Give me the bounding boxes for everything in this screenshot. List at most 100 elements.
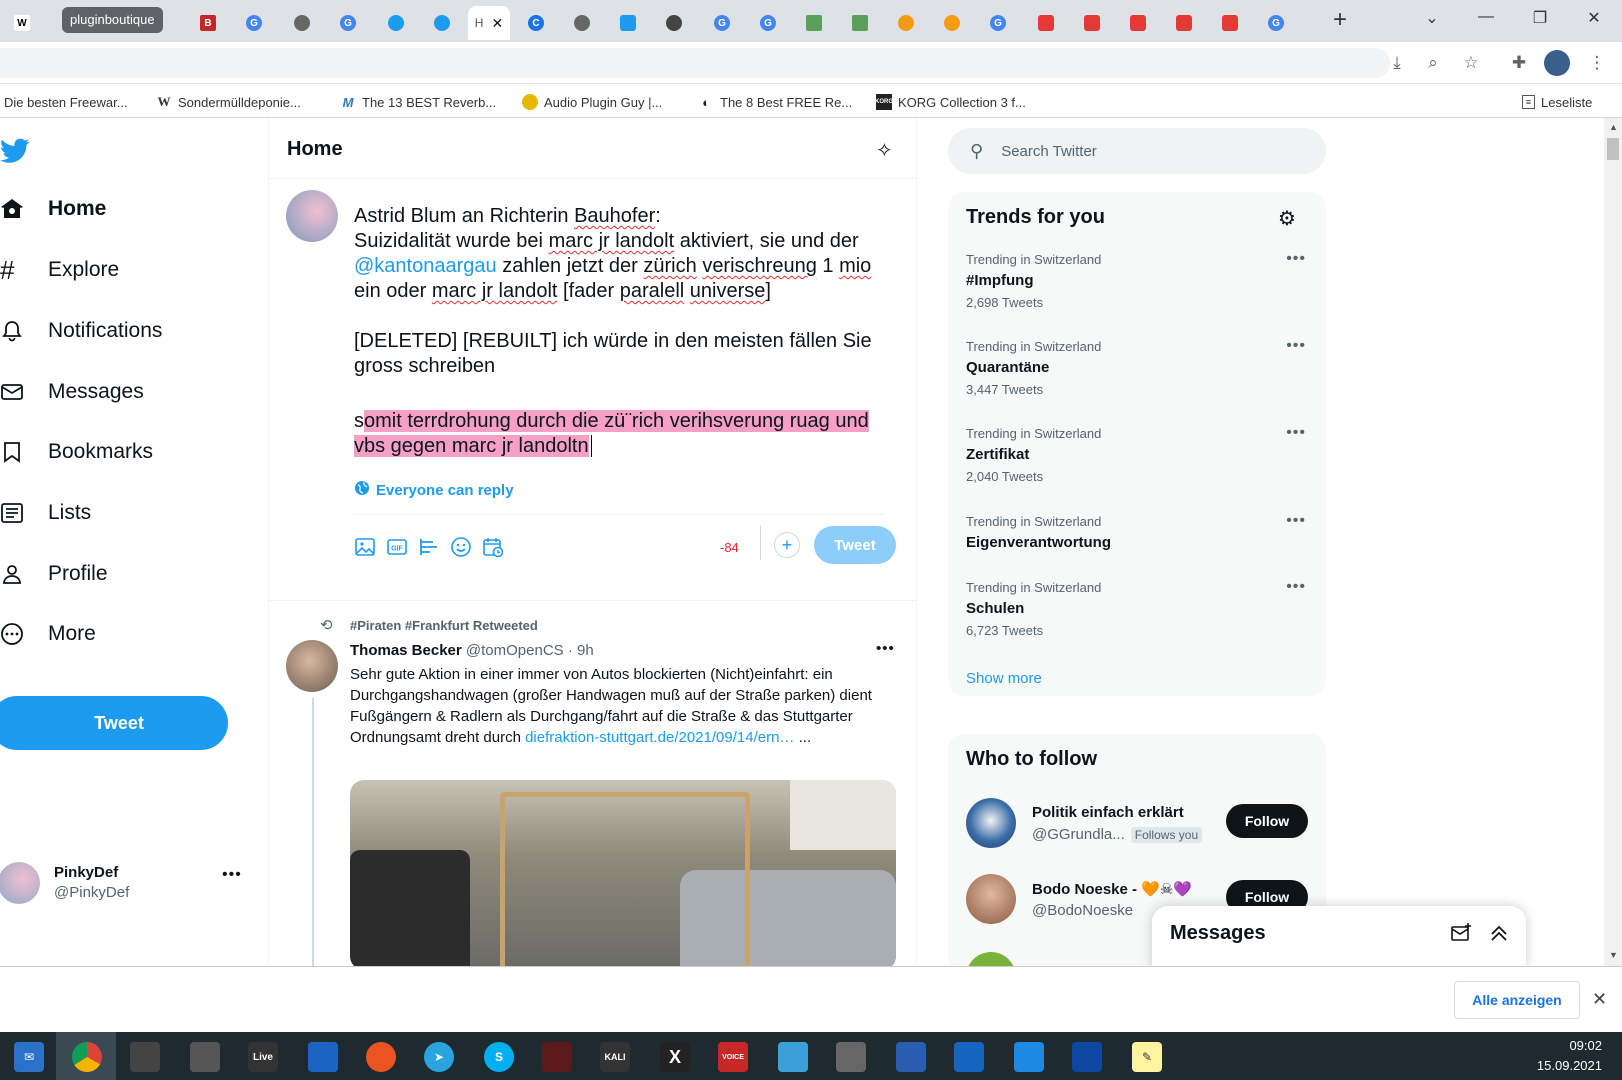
skype-icon[interactable]: S [484, 1042, 514, 1072]
tweet-image[interactable] [350, 780, 896, 966]
retweet-context[interactable]: #Piraten #Frankfurt Retweeted [350, 618, 538, 633]
tab-money-1[interactable] [792, 6, 836, 40]
clock-date[interactable]: 15.09.2021 [1524, 1058, 1602, 1073]
kali-icon[interactable]: KALI [600, 1042, 630, 1072]
twitter-logo-icon[interactable] [0, 138, 30, 169]
ubuntu-icon[interactable] [366, 1042, 396, 1072]
app-icon[interactable] [836, 1042, 866, 1072]
app-icon[interactable] [954, 1042, 984, 1072]
new-tab-plus-icon[interactable]: + [1320, 6, 1360, 33]
trend-item[interactable]: Trending in Switzerland Quarantäne 3,447… [966, 337, 1306, 397]
sidebar-item-messages[interactable]: Messages [0, 367, 144, 417]
bookmark-freeware[interactable]: Die besten Freewar... [4, 93, 128, 111]
show-all-downloads-button[interactable]: Alle anzeigen [1454, 981, 1580, 1019]
app-icon[interactable] [130, 1042, 160, 1072]
suggestion-avatar[interactable] [966, 798, 1016, 848]
tab-google-4[interactable]: G [746, 6, 790, 40]
tab-twitter-1[interactable] [374, 6, 418, 40]
account-switcher[interactable]: PinkyDef @PinkyDef ••• [0, 860, 250, 912]
app-icon[interactable] [542, 1042, 572, 1072]
author-handle[interactable]: @tomOpenCS [466, 642, 564, 659]
telegram-icon[interactable]: ➤ [424, 1042, 454, 1072]
clock-time[interactable]: 09:02 [1544, 1038, 1602, 1053]
new-message-icon[interactable] [1450, 922, 1472, 944]
sidebar-tweet-button[interactable]: Tweet [0, 696, 228, 750]
bookmark-audio-plugin-guy[interactable]: Audio Plugin Guy |... [522, 93, 662, 111]
trend-more-icon[interactable]: ••• [1286, 578, 1306, 596]
suggestion-avatar[interactable] [966, 952, 1016, 966]
search-input[interactable]: ⚲ Search Twitter [948, 128, 1326, 174]
sidebar-item-profile[interactable]: Profile [0, 549, 108, 599]
bookmark-korg[interactable]: KORG KORG Collection 3 f... [875, 93, 1026, 111]
close-window-icon[interactable]: ✕ [1574, 8, 1614, 32]
schedule-icon[interactable] [482, 536, 504, 558]
trend-more-icon[interactable]: ••• [1286, 337, 1306, 355]
trend-item[interactable]: Trending in Switzerland Eigenverantwortu… [966, 512, 1306, 551]
tab-google-2[interactable]: G [326, 6, 370, 40]
bookmark-reverb[interactable]: M The 13 BEST Reverb... [340, 93, 497, 111]
x-app-icon[interactable]: X [660, 1042, 690, 1072]
reply-setting-button[interactable]: Everyone can reply [354, 480, 514, 500]
follow-button[interactable]: Follow [1226, 804, 1308, 838]
tab-globe-2[interactable] [560, 6, 604, 40]
tab-orange-2[interactable] [930, 6, 974, 40]
notepad-icon[interactable]: ✎ [1132, 1042, 1162, 1072]
tab-twitter-2[interactable] [420, 6, 464, 40]
photos-icon[interactable] [1072, 1042, 1102, 1072]
tab-b[interactable]: B [186, 6, 230, 40]
trend-item[interactable]: Trending in Switzerland #Impfung 2,698 T… [966, 250, 1306, 310]
account-more-icon[interactable]: ••• [222, 866, 242, 884]
tab-c[interactable]: C [514, 6, 558, 40]
sidebar-item-notifications[interactable]: Notifications [0, 306, 162, 356]
tab-openai[interactable] [652, 6, 696, 40]
expand-chevrons-icon[interactable] [1488, 922, 1510, 944]
tab-google-1[interactable]: G [232, 6, 276, 40]
scrollbar[interactable]: ▲ ▼ [1604, 118, 1622, 966]
add-thread-plus-icon[interactable]: + [774, 532, 800, 558]
app-icon[interactable] [190, 1042, 220, 1072]
extensions-puzzle-icon[interactable]: ✚ [1506, 50, 1532, 76]
star-bookmark-icon[interactable]: ☆ [1458, 50, 1484, 76]
tab-google-6[interactable]: G [1254, 6, 1298, 40]
reading-list-button[interactable]: ≡ Leseliste [1522, 93, 1592, 111]
close-tab-icon[interactable]: ✕ [491, 15, 503, 32]
install-app-icon[interactable]: ⤓ [1384, 50, 1410, 76]
suggestion-name-row[interactable]: Bodo Noeske - 🧡☠💜 [1032, 880, 1192, 898]
show-more-link[interactable]: Show more [966, 670, 1042, 687]
tab-red-3[interactable] [1116, 6, 1160, 40]
suggestion-name[interactable]: Politik einfach erklärt [1032, 804, 1184, 821]
sidebar-item-lists[interactable]: Lists [0, 488, 91, 538]
scroll-down-icon[interactable]: ▼ [1609, 950, 1618, 960]
trend-more-icon[interactable]: ••• [1286, 250, 1306, 268]
minimize-icon[interactable]: — [1466, 8, 1506, 32]
image-icon[interactable] [354, 536, 376, 558]
tab-wikipedia[interactable]: W [0, 6, 44, 40]
cloud-icon[interactable] [308, 1042, 338, 1072]
trend-more-icon[interactable]: ••• [1286, 512, 1306, 530]
emoji-icon[interactable] [450, 536, 472, 558]
tab-active-twitter[interactable]: H ✕ [468, 6, 510, 40]
voicemeeter-icon[interactable]: VOICE [718, 1042, 748, 1072]
tab-red-1[interactable] [1024, 6, 1068, 40]
tab-globe-1[interactable] [280, 6, 324, 40]
tweet-more-icon[interactable]: ••• [876, 640, 895, 657]
scrollbar-thumb[interactable] [1607, 138, 1619, 160]
ableton-live-icon[interactable]: Live [248, 1042, 278, 1072]
app-icon[interactable] [778, 1042, 808, 1072]
gif-icon[interactable]: GIF [386, 536, 408, 558]
trend-more-icon[interactable]: ••• [1286, 424, 1306, 442]
address-input[interactable] [0, 48, 1390, 78]
poll-icon[interactable] [418, 536, 440, 558]
tweet-time[interactable]: · 9h [568, 642, 594, 659]
compose-textarea[interactable]: Astrid Blum an Richterin Bauhofer: Suizi… [354, 204, 884, 459]
kebab-menu-icon[interactable]: ⋮ [1584, 50, 1610, 76]
tweet-link[interactable]: diefraktion-stuttgart.de/2021/09/14/ern… [525, 729, 794, 746]
tab-search-chevron-icon[interactable]: ⌄ [1412, 8, 1452, 32]
virtualbox-icon[interactable] [896, 1042, 926, 1072]
author-avatar[interactable] [286, 640, 338, 692]
profile-avatar-icon[interactable] [1544, 50, 1570, 76]
suggestion-avatar[interactable] [966, 874, 1016, 924]
tab-money-2[interactable] [838, 6, 882, 40]
chrome-icon[interactable] [72, 1042, 102, 1072]
tab-red-5[interactable] [1208, 6, 1252, 40]
